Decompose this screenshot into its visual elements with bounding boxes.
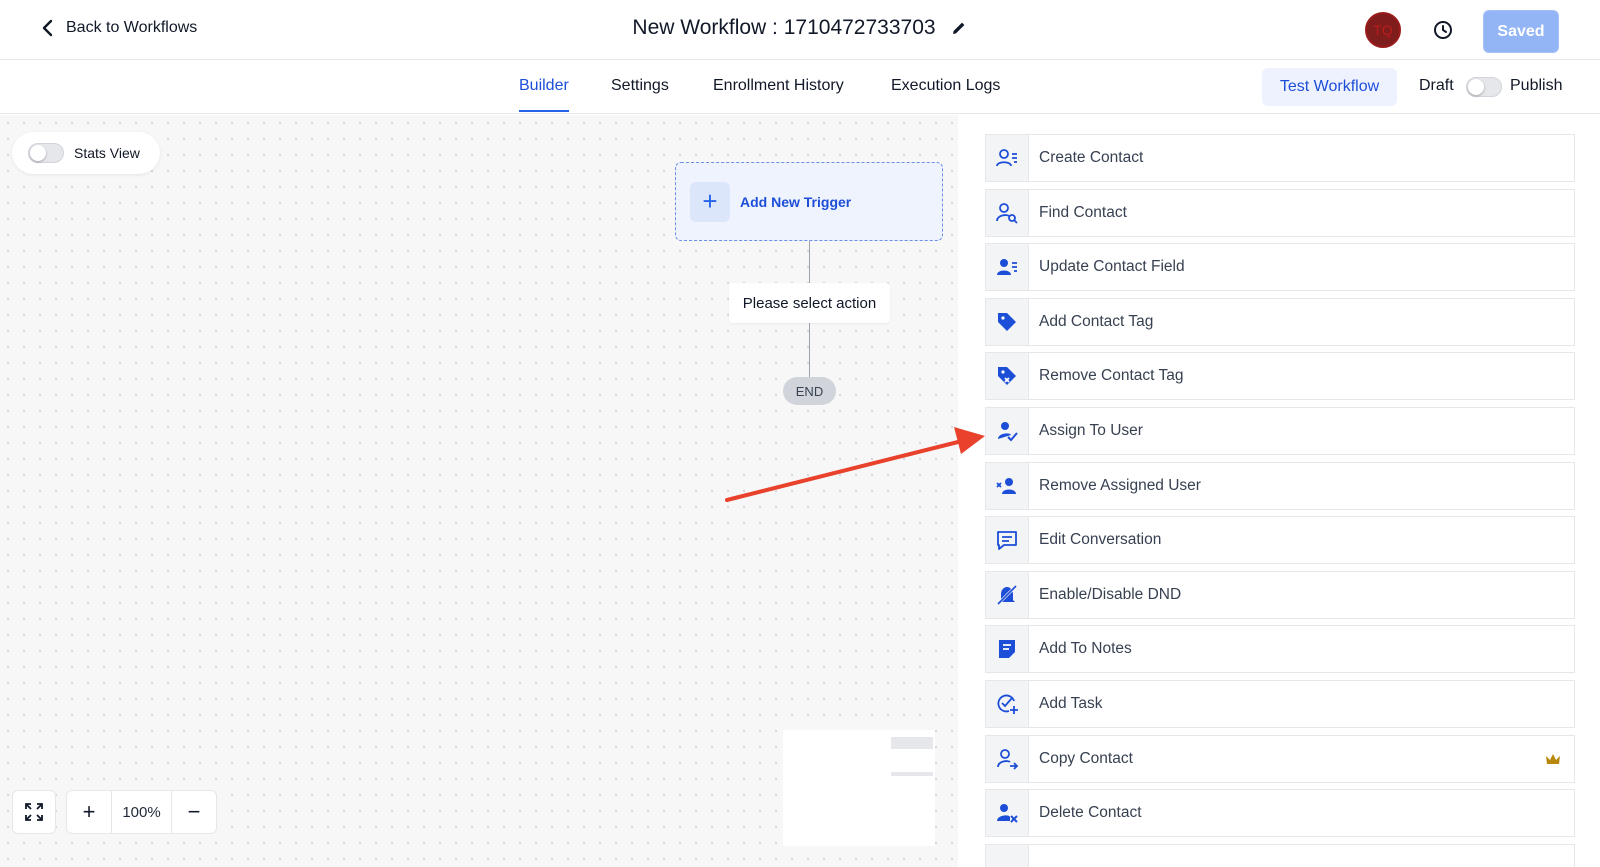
action-label: Copy Contact [1039, 750, 1133, 767]
back-label: Back to Workflows [66, 19, 198, 36]
stats-view-toggle[interactable] [28, 143, 64, 163]
action-label: Create Contact [1039, 149, 1144, 166]
action-enable-disable-dnd[interactable]: Enable/Disable DND [985, 571, 1575, 619]
tag-remove-icon [998, 367, 1016, 385]
add-new-trigger-label: Add New Trigger [740, 193, 852, 210]
stats-view-label: Stats View [74, 145, 140, 161]
action-label: Enable/Disable DND [1039, 586, 1182, 603]
end-node: END [783, 377, 836, 405]
publish-label: Publish [1510, 77, 1563, 94]
test-workflow-button[interactable]: Test Workflow [1262, 68, 1397, 106]
action-label: Edit Conversation [1039, 531, 1162, 548]
expand-icon [25, 803, 43, 821]
action-remove-contact-tag[interactable]: Remove Contact Tag [985, 352, 1575, 400]
action-assign-to-user[interactable]: Assign To User [985, 407, 1575, 455]
action-label: Assign To User [1039, 422, 1143, 439]
action-label: Remove Assigned User [1039, 477, 1201, 494]
action-delete-contact[interactable]: Delete Contact [985, 789, 1575, 837]
crown-icon [1546, 754, 1560, 764]
action-add-task[interactable]: Add Task [985, 680, 1575, 728]
history-icon[interactable] [1431, 18, 1455, 42]
tab-execution-logs[interactable]: Execution Logs [891, 77, 1000, 95]
tab-settings[interactable]: Settings [611, 77, 669, 95]
action-find-contact[interactable]: Find Contact [985, 189, 1575, 237]
zoom-level: 100% [111, 791, 172, 833]
tab-builder[interactable]: Builder [519, 77, 569, 112]
tab-enrollment-history[interactable]: Enrollment History [713, 77, 844, 95]
user-search-icon [996, 203, 1018, 224]
workflow-canvas[interactable]: Stats View + Add New Trigger Please sele… [0, 115, 958, 867]
action-remove-assigned-user[interactable]: Remove Assigned User [985, 462, 1575, 510]
user-edit-icon [997, 259, 1017, 275]
saved-button[interactable]: Saved [1483, 10, 1559, 53]
minimap-node [891, 772, 933, 776]
stats-view-switch[interactable]: Stats View [12, 132, 160, 174]
fit-view-button[interactable] [12, 790, 56, 834]
action-edit-conversation[interactable]: Edit Conversation [985, 516, 1575, 564]
user-delete-icon [997, 804, 1018, 823]
action-partial-item[interactable] [985, 844, 1575, 867]
plus-icon: + [690, 181, 730, 222]
user-list-icon [996, 149, 1017, 167]
action-label: Add Contact Tag [1039, 313, 1154, 330]
draft-label: Draft [1419, 77, 1454, 94]
connector-line [809, 241, 810, 283]
action-label: Delete Contact [1039, 804, 1142, 821]
avatar[interactable]: TQ [1365, 12, 1401, 48]
tab-bar: Builder Settings Enrollment History Exec… [0, 60, 1600, 114]
actions-panel: Create Contact Find Contact Update Conta… [958, 115, 1600, 867]
action-label: Add To Notes [1039, 640, 1132, 657]
action-label: Find Contact [1039, 204, 1127, 221]
add-new-trigger-button[interactable]: + Add New Trigger [675, 162, 943, 241]
chat-icon [997, 531, 1017, 550]
action-copy-contact[interactable]: Copy Contact [985, 735, 1575, 783]
action-label: Add Task [1039, 695, 1103, 712]
zoom-out-button[interactable]: − [172, 791, 216, 833]
action-add-contact-tag[interactable]: Add Contact Tag [985, 298, 1575, 346]
action-update-contact-field[interactable]: Update Contact Field [985, 243, 1575, 291]
task-icon [997, 694, 1018, 714]
workflow-title: New Workflow : 1710472733703 [632, 16, 936, 39]
minimap-node [891, 737, 933, 749]
user-remove-icon [996, 478, 1016, 494]
select-action-node[interactable]: Please select action [729, 283, 890, 323]
minimap[interactable] [783, 730, 935, 846]
note-icon [999, 640, 1015, 658]
action-add-to-notes[interactable]: Add To Notes [985, 625, 1575, 673]
publish-toggle[interactable] [1466, 77, 1502, 97]
action-label: Remove Contact Tag [1039, 367, 1184, 384]
chevron-left-icon [42, 19, 53, 37]
back-to-workflows-link[interactable]: Back to Workflows [38, 18, 197, 38]
zoom-controls: + 100% − [66, 790, 217, 834]
bell-off-icon [996, 584, 1018, 606]
pencil-icon[interactable] [950, 19, 968, 37]
user-copy-icon [997, 749, 1019, 770]
connector-line [809, 323, 810, 377]
zoom-in-button[interactable]: + [67, 791, 111, 833]
action-label: Update Contact Field [1039, 258, 1185, 275]
action-create-contact[interactable]: Create Contact [985, 134, 1575, 182]
user-assign-icon [998, 422, 1018, 442]
tag-icon [998, 313, 1016, 331]
top-bar: Back to Workflows New Workflow : 1710472… [0, 0, 1600, 60]
